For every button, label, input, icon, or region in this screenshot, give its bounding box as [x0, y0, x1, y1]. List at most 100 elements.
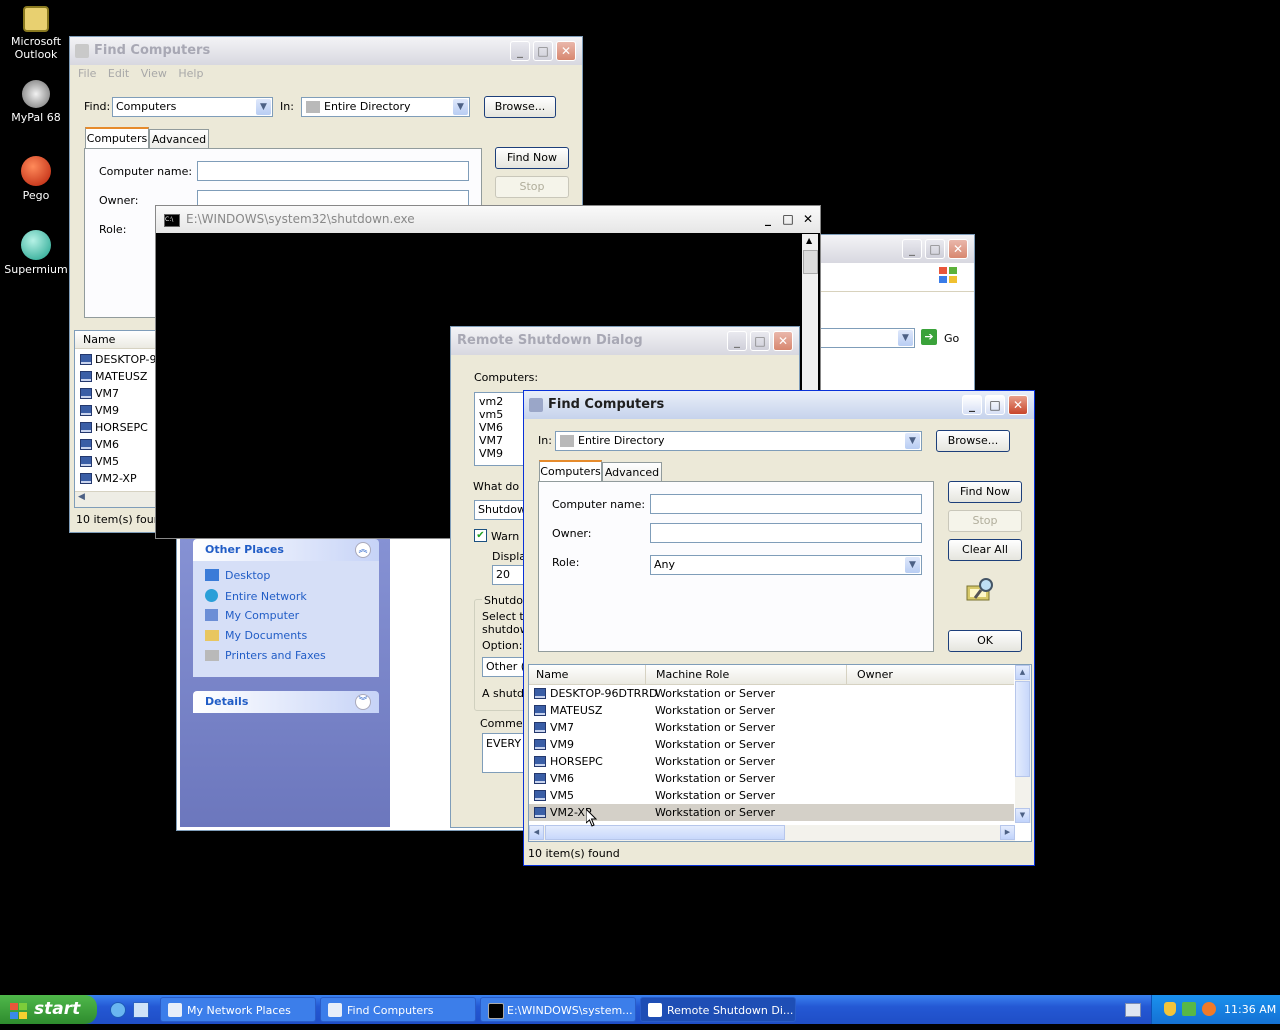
desktop-icon-outlook[interactable]: Microsoft Outlook [0, 6, 72, 61]
place-entire-network[interactable]: Entire Network [205, 589, 307, 603]
column-header-machine-role[interactable]: Machine Role [647, 665, 847, 684]
list-item[interactable]: DESKTOP-96 [80, 353, 164, 366]
task-remote-shutdown[interactable]: Remote Shutdown Di... [640, 997, 796, 1022]
warn-checkbox[interactable]: ✔ [474, 529, 487, 542]
horizontal-scrollbar[interactable]: ◀ ▶ [529, 825, 1015, 841]
start-button[interactable]: start [0, 995, 97, 1024]
tab-computers[interactable]: Computers [85, 127, 149, 149]
list-item[interactable]: HORSEPC [80, 421, 148, 434]
chevron-up-icon[interactable]: ▲ [806, 236, 812, 245]
ie-quicklaunch-icon[interactable] [110, 1002, 126, 1018]
find-select[interactable]: Computers ▼ [112, 97, 273, 117]
browse-button[interactable]: Browse... [936, 430, 1010, 452]
in-select[interactable]: Entire Directory ▼ [555, 431, 922, 451]
browse-button[interactable]: Browse... [484, 96, 556, 118]
task-my-network-places[interactable]: My Network Places [160, 997, 316, 1022]
table-row[interactable]: VM6 Workstation or Server [529, 770, 1014, 787]
title-bar[interactable]: C:\ E:\WINDOWS\system32\shutdown.exe _ □… [156, 206, 820, 233]
maximize-button[interactable]: □ [533, 41, 553, 61]
collapse-chevron-icon[interactable]: ︽ [355, 542, 371, 558]
horizontal-scrollbar[interactable]: ◀ [75, 491, 160, 507]
other-places-header[interactable]: Other Places ︽ [193, 539, 379, 561]
maximize-button[interactable]: □ [780, 210, 796, 228]
maximize-button[interactable]: □ [750, 331, 770, 351]
list-item[interactable]: VM2-XP [80, 472, 137, 485]
address-field[interactable]: ▼ [805, 328, 915, 348]
list-item[interactable]: VM6 [479, 421, 529, 434]
list-item[interactable]: VM7 [80, 387, 119, 400]
go-button[interactable]: Go [944, 332, 959, 345]
table-row[interactable]: VM9 Workstation or Server [529, 736, 1014, 753]
clear-all-button[interactable]: Clear All [948, 539, 1022, 561]
scroll-thumb[interactable] [803, 250, 818, 274]
table-row[interactable]: HORSEPC Workstation or Server [529, 753, 1014, 770]
column-header-name[interactable]: Name [75, 331, 160, 349]
chevron-down-icon[interactable]: ▼ [1015, 808, 1030, 823]
tab-advanced[interactable]: Advanced [602, 462, 662, 482]
scroll-thumb[interactable] [1015, 681, 1030, 777]
column-header-name[interactable]: Name [529, 665, 646, 684]
expand-chevron-icon[interactable]: ︾ [355, 694, 371, 710]
close-button[interactable]: ✕ [773, 331, 793, 351]
title-bar[interactable]: Find Computers _ □ ✕ [70, 37, 582, 65]
list-item[interactable]: VM7 [479, 434, 529, 447]
find-now-button[interactable]: Find Now [948, 481, 1022, 503]
column-header-owner[interactable]: Owner [848, 665, 1014, 684]
place-my-computer[interactable]: My Computer [205, 609, 299, 622]
keyboard-icon[interactable] [1125, 1003, 1141, 1017]
list-item[interactable]: VM9 [479, 447, 529, 460]
go-arrow-icon[interactable]: ➔ [921, 329, 937, 345]
list-item[interactable]: MATEUSZ [80, 370, 147, 383]
minimize-button[interactable]: _ [727, 331, 747, 351]
table-row[interactable]: DESKTOP-96DTRRD Workstation or Server [529, 685, 1014, 702]
maximize-button[interactable]: □ [925, 239, 945, 259]
maximize-button[interactable]: □ [985, 395, 1005, 415]
role-select[interactable]: Any ▼ [650, 555, 922, 575]
menu-edit[interactable]: Edit [108, 67, 129, 80]
security-shield-icon[interactable] [1164, 1002, 1176, 1016]
minimize-button[interactable]: _ [510, 41, 530, 61]
menu-help[interactable]: Help [178, 67, 203, 80]
chevron-up-icon[interactable]: ▲ [1015, 665, 1030, 680]
details-header[interactable]: Details ︾ [193, 691, 379, 713]
title-bar[interactable]: Remote Shutdown Dialog _ □ ✕ [451, 327, 799, 355]
task-shutdown-exe[interactable]: E:\WINDOWS\system... [480, 997, 636, 1022]
computer-name-field[interactable] [650, 494, 922, 514]
desktop-icon-supermium[interactable]: Supermium [0, 230, 72, 276]
minimize-button[interactable]: _ [902, 239, 922, 259]
table-row[interactable]: MATEUSZ Workstation or Server [529, 702, 1014, 719]
owner-field[interactable] [650, 523, 922, 543]
title-bar[interactable]: Find Computers _ □ ✕ [524, 391, 1034, 419]
close-button[interactable]: ✕ [800, 210, 816, 228]
chevron-right-icon[interactable]: ▶ [1000, 825, 1015, 840]
list-item[interactable]: VM6 [80, 438, 119, 451]
menu-file[interactable]: File [78, 67, 96, 80]
clock[interactable]: 11:36 AM [1224, 995, 1276, 1024]
table-row[interactable]: VM7 Workstation or Server [529, 719, 1014, 736]
minimize-button[interactable]: _ [962, 395, 982, 415]
ok-button[interactable]: OK [948, 630, 1022, 652]
list-item[interactable]: vm5 [479, 408, 529, 421]
list-item[interactable]: VM9 [80, 404, 119, 417]
close-button[interactable]: ✕ [1008, 395, 1028, 415]
place-my-documents[interactable]: My Documents [205, 629, 307, 642]
chevron-left-icon[interactable]: ◀ [529, 825, 544, 840]
show-desktop-icon[interactable] [133, 1002, 149, 1018]
search-tray-icon[interactable] [1202, 1002, 1216, 1016]
computer-name-field[interactable] [197, 161, 469, 181]
place-printers[interactable]: Printers and Faxes [205, 649, 326, 662]
table-row[interactable]: VM2-XP Workstation or Server [529, 804, 1014, 821]
in-select[interactable]: Entire Directory ▼ [301, 97, 470, 117]
table-row[interactable]: VM5 Workstation or Server [529, 787, 1014, 804]
chevron-left-icon[interactable]: ◀ [78, 492, 85, 502]
tab-computers[interactable]: Computers [539, 460, 602, 482]
network-tray-icon[interactable] [1182, 1002, 1196, 1016]
list-item[interactable]: vm2 [479, 395, 529, 408]
desktop-icon-mypal[interactable]: MyPal 68 [0, 80, 72, 124]
close-button[interactable]: ✕ [948, 239, 968, 259]
vertical-scrollbar[interactable]: ▲ ▼ [1015, 665, 1031, 823]
scroll-thumb[interactable] [545, 825, 785, 840]
close-button[interactable]: ✕ [556, 41, 576, 61]
minimize-button[interactable]: _ [760, 210, 776, 228]
place-desktop[interactable]: Desktop [205, 569, 270, 582]
